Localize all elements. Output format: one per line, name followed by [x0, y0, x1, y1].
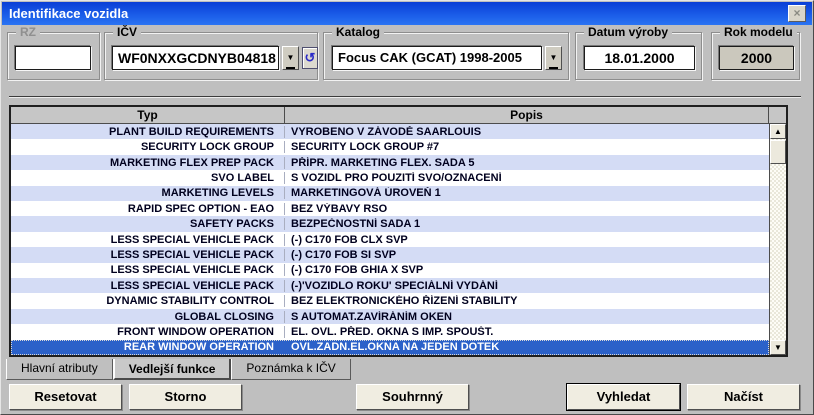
- rok-modelu-group: Rok modelu 2000: [711, 32, 800, 80]
- window-title: Identifikace vozidla: [9, 6, 128, 21]
- column-header-popis[interactable]: Popis: [285, 107, 769, 123]
- cell-popis: OVL.ZADN.EL.OKNA NA JEDEN DOTEK: [285, 341, 769, 353]
- scrollbar-thumb[interactable]: [770, 140, 786, 164]
- tab-vedlejsi-funkce[interactable]: Vedlejší funkce: [113, 359, 232, 380]
- vertical-scrollbar[interactable]: ▲ ▼: [769, 124, 786, 355]
- divider: [9, 96, 801, 98]
- table-row[interactable]: RAPID SPEC OPTION - EAOBEZ VÝBAVY RSO: [11, 201, 769, 216]
- cell-popis: VYROBENO V ZÁVODĚ SAARLOUIS: [285, 126, 769, 138]
- cell-popis: BEZ VÝBAVY RSO: [285, 203, 769, 215]
- cell-popis: SECURITY LOCK GROUP #7: [285, 141, 769, 153]
- attributes-table: Typ Popis PLANT BUILD REQUIREMENTSVYROBE…: [9, 105, 788, 357]
- history-icon: ↺: [305, 50, 316, 65]
- cell-typ: FRONT WINDOW OPERATION: [11, 326, 285, 338]
- cell-popis: PŘÍPR. MARKETING FLEX. SADA 5: [285, 157, 769, 169]
- column-header-typ[interactable]: Typ: [11, 107, 285, 123]
- cell-popis: (-)'VOZIDLO ROKU' SPECIÁLNÍ VYDÁNÍ: [285, 280, 769, 292]
- cell-typ: LESS SPECIAL VEHICLE PACK: [11, 264, 285, 276]
- cell-popis: BEZ ELEKTRONICKÉHO ŘÍZENÍ STABILITY: [285, 295, 769, 307]
- dropdown-icon: ▼: [549, 49, 559, 69]
- souhrnny-button[interactable]: Souhrnný: [356, 384, 469, 410]
- datum-vyroby-group: Datum výroby 18.01.2000: [575, 32, 702, 80]
- vehicle-identification-dialog: Identifikace vozidla × RZ IČV WF0NXXGCDN…: [0, 0, 814, 415]
- cell-popis: (-) C170 FOB CLX SVP: [285, 234, 769, 246]
- icv-history-button[interactable]: ↺: [302, 47, 318, 69]
- rok-modelu-value: 2000: [719, 46, 794, 70]
- icv-label: IČV: [113, 25, 141, 39]
- titlebar[interactable]: Identifikace vozidla ×: [2, 2, 812, 25]
- rz-label: RZ: [16, 25, 40, 39]
- cell-typ: LESS SPECIAL VEHICLE PACK: [11, 249, 285, 261]
- table-row[interactable]: SVO LABELS VOZIDL PRO POUZITÍ SVO/OZNACE…: [11, 170, 769, 185]
- cell-popis: EL. OVL. PŘED. OKNA S IMP. SPOUŠT.: [285, 326, 769, 338]
- close-icon[interactable]: ×: [788, 5, 806, 22]
- cell-typ: RAPID SPEC OPTION - EAO: [11, 203, 285, 215]
- table-header: Typ Popis: [11, 107, 786, 124]
- table-row[interactable]: LESS SPECIAL VEHICLE PACK(-) C170 FOB GH…: [11, 263, 769, 278]
- table-row[interactable]: GLOBAL CLOSINGS AUTOMAT.ZAVÍRÁNÍM OKEN: [11, 309, 769, 324]
- cell-typ: LESS SPECIAL VEHICLE PACK: [11, 280, 285, 292]
- nacist-button[interactable]: Načíst: [687, 384, 800, 410]
- katalog-dropdown-button[interactable]: ▼: [545, 46, 562, 70]
- scroll-up-icon[interactable]: ▲: [770, 124, 786, 139]
- rz-group: RZ: [7, 32, 100, 80]
- table-row[interactable]: MARKETING LEVELSMARKETINGOVÁ ÚROVEŇ 1: [11, 186, 769, 201]
- datum-vyroby-label: Datum výroby: [584, 25, 672, 39]
- cell-typ: REAR WINDOW OPERATION: [11, 341, 285, 353]
- cell-typ: PLANT BUILD REQUIREMENTS: [11, 126, 285, 138]
- table-rows: PLANT BUILD REQUIREMENTSVYROBENO V ZÁVOD…: [11, 124, 769, 355]
- cell-typ: SVO LABEL: [11, 172, 285, 184]
- cell-popis: (-) C170 FOB GHIA X SVP: [285, 264, 769, 276]
- table-row-selected[interactable]: REAR WINDOW OPERATIONOVL.ZADN.EL.OKNA NA…: [11, 340, 769, 355]
- rok-modelu-label: Rok modelu: [720, 25, 797, 39]
- tab-bar: Hlavní atributy Vedlejší funkce Poznámka…: [6, 359, 351, 380]
- cell-popis: MARKETINGOVÁ ÚROVEŇ 1: [285, 187, 769, 199]
- column-header-scroll-spacer: [769, 107, 786, 123]
- resetovat-button[interactable]: Resetovat: [9, 384, 122, 410]
- storno-button[interactable]: Storno: [129, 384, 242, 410]
- table-row[interactable]: LESS SPECIAL VEHICLE PACK(-) C170 FOB SI…: [11, 247, 769, 262]
- katalog-label: Katalog: [332, 25, 384, 39]
- table-row[interactable]: SECURITY LOCK GROUPSECURITY LOCK GROUP #…: [11, 139, 769, 154]
- katalog-input[interactable]: Focus CAK (GCAT) 1998-2005: [332, 46, 542, 70]
- rz-input[interactable]: [15, 46, 91, 70]
- tab-poznamka-k-icv[interactable]: Poznámka k IČV: [231, 359, 350, 380]
- table-row[interactable]: LESS SPECIAL VEHICLE PACK(-)'VOZIDLO ROK…: [11, 278, 769, 293]
- katalog-group: Katalog Focus CAK (GCAT) 1998-2005 ▼: [323, 32, 569, 80]
- scroll-down-icon[interactable]: ▼: [770, 340, 786, 355]
- table-row[interactable]: SAFETY PACKSBEZPEČNOSTNÍ SADA 1: [11, 216, 769, 231]
- cell-typ: GLOBAL CLOSING: [11, 311, 285, 323]
- cell-popis: (-) C170 FOB SI SVP: [285, 249, 769, 261]
- table-row[interactable]: LESS SPECIAL VEHICLE PACK(-) C170 FOB CL…: [11, 232, 769, 247]
- cell-typ: SECURITY LOCK GROUP: [11, 141, 285, 153]
- cell-typ: MARKETING LEVELS: [11, 187, 285, 199]
- table-row[interactable]: PLANT BUILD REQUIREMENTSVYROBENO V ZÁVOD…: [11, 124, 769, 139]
- vyhledat-button[interactable]: Vyhledat: [567, 384, 680, 410]
- icv-input[interactable]: WF0NXXGCDNYB04818: [112, 46, 279, 70]
- icv-group: IČV WF0NXXGCDNYB04818 ▼ ↺: [104, 32, 318, 80]
- table-row[interactable]: MARKETING FLEX PREP PACKPŘÍPR. MARKETING…: [11, 155, 769, 170]
- cell-typ: SAFETY PACKS: [11, 218, 285, 230]
- cell-popis: S VOZIDL PRO POUZITÍ SVO/OZNACENÍ: [285, 172, 769, 184]
- cell-typ: LESS SPECIAL VEHICLE PACK: [11, 234, 285, 246]
- cell-typ: DYNAMIC STABILITY CONTROL: [11, 295, 285, 307]
- cell-popis: BEZPEČNOSTNÍ SADA 1: [285, 218, 769, 230]
- scrollbar-track[interactable]: [770, 164, 786, 340]
- icv-dropdown-button[interactable]: ▼: [282, 46, 299, 70]
- datum-vyroby-input[interactable]: 18.01.2000: [584, 46, 695, 70]
- dropdown-icon: ▼: [286, 49, 296, 69]
- tab-hlavni-atributy[interactable]: Hlavní atributy: [6, 359, 113, 380]
- cell-typ: MARKETING FLEX PREP PACK: [11, 157, 285, 169]
- cell-popis: S AUTOMAT.ZAVÍRÁNÍM OKEN: [285, 311, 769, 323]
- table-row[interactable]: DYNAMIC STABILITY CONTROLBEZ ELEKTRONICK…: [11, 293, 769, 308]
- table-row[interactable]: FRONT WINDOW OPERATIONEL. OVL. PŘED. OKN…: [11, 324, 769, 339]
